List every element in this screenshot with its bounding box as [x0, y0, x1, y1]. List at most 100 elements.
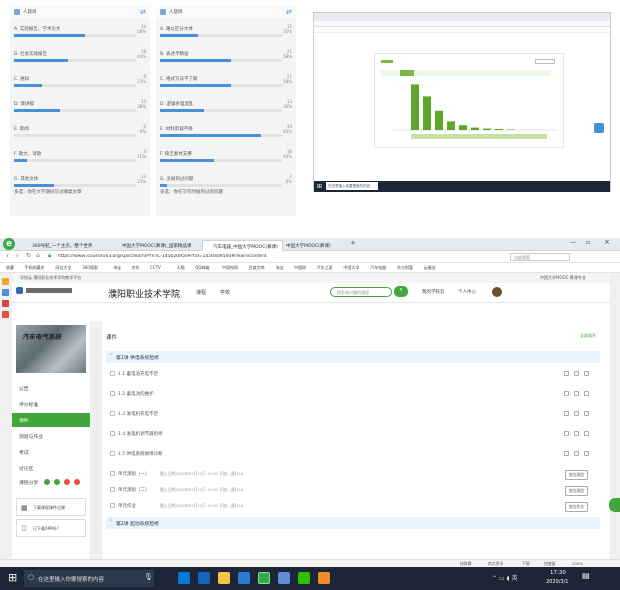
- bookmark-item[interactable]: 中国大学: [343, 265, 359, 271]
- lesson-row[interactable]: 1.3 发电机充电不足: [108, 407, 598, 421]
- chapter-header[interactable]: ⌃ 第2讲 起动系统检修: [106, 517, 600, 529]
- avatar[interactable]: [492, 287, 502, 297]
- qr-box[interactable]: ▦ 下载课程课件过课: [16, 498, 86, 516]
- lesson-row[interactable]: 1.4 发电机调节器检修: [108, 427, 598, 441]
- sidebar-item[interactable]: 公告: [12, 381, 90, 395]
- taskbar-search[interactable]: ○ 在这里输入你要搜索的内容 🎙︎: [24, 570, 154, 587]
- tab-mooc-national[interactable]: 中国大学MOOC(慕课)_国家精品课: [112, 240, 195, 251]
- back-icon[interactable]: ‹: [6, 252, 9, 260]
- doc-icon[interactable]: [574, 391, 579, 396]
- sidebar-item[interactable]: 测验与作业: [12, 429, 90, 443]
- browser-search-box[interactable]: 点此搜索: [510, 253, 570, 261]
- bookmark-item[interactable]: 网址大全: [55, 265, 71, 271]
- edge-icon[interactable]: [198, 572, 210, 584]
- bookmark-item[interactable]: 京东: [132, 265, 140, 271]
- mooc-link[interactable]: 中国大学MOOC 慕课专业: [540, 275, 586, 281]
- lesson-checkbox[interactable]: [110, 391, 115, 396]
- sidebar-item[interactable]: 评分标准: [12, 397, 90, 411]
- bookmark-item[interactable]: CCTV: [150, 265, 161, 270]
- task-button[interactable]: 前往测验: [564, 486, 588, 496]
- mic-icon[interactable]: 🎙︎: [144, 573, 153, 581]
- lesson-checkbox[interactable]: [110, 451, 115, 456]
- task-button[interactable]: 前往作业: [564, 502, 588, 512]
- task-row[interactable]: 单元测验（一） 截止日期2020年03月12日 11:00 开放，满分10 前往测验: [108, 467, 598, 481]
- course-search-input[interactable]: 搜索感兴趣的课程: [330, 287, 392, 297]
- weibo-share-icon[interactable]: [64, 479, 70, 485]
- side-app-icon[interactable]: [2, 289, 9, 296]
- task-row[interactable]: 单元测验（二） 截止日期2020年03月12日 11:00 开放，满分10 前往测验: [108, 483, 598, 497]
- side-app-icon[interactable]: [2, 311, 9, 318]
- task-row[interactable]: 单元作业 截止日期2020年03月12日 11:00 开放，满分10 前往作业: [108, 499, 598, 513]
- refresh-icon[interactable]: ↻: [26, 252, 31, 259]
- chapter-header[interactable]: ⌃ 第1讲 供电系统检修: [106, 351, 600, 363]
- my-school-link[interactable]: 我的学校云: [422, 289, 445, 295]
- collapse-icon[interactable]: ⌃: [109, 519, 113, 525]
- app-icon[interactable]: [318, 572, 330, 584]
- bookmark-item[interactable]: QQ邮箱: [195, 265, 209, 271]
- bookmark-item[interactable]: 天猫: [177, 265, 185, 271]
- float-button[interactable]: [594, 123, 604, 133]
- doc-icon[interactable]: [574, 451, 579, 456]
- bookmark-item[interactable]: 收藏: [6, 265, 14, 271]
- bookmark-item[interactable]: 中国知网: [222, 265, 238, 271]
- app-icon[interactable]: [278, 572, 290, 584]
- task-button[interactable]: 前往测验: [564, 470, 588, 480]
- sidebar-item[interactable]: 考试: [12, 445, 90, 459]
- nav-course[interactable]: 课程: [196, 289, 206, 296]
- discuss-icon[interactable]: [584, 431, 589, 436]
- bookmark-item[interactable]: 汽车电器: [370, 265, 386, 271]
- personal-center-link[interactable]: 个人中心: [458, 289, 476, 295]
- lesson-checkbox[interactable]: [110, 411, 115, 416]
- side-app-icon[interactable]: [2, 278, 9, 285]
- feedback-tab[interactable]: [609, 498, 620, 512]
- windows-start-icon[interactable]: ⊞: [8, 571, 17, 584]
- bookmark-item[interactable]: 360搜索: [82, 265, 98, 271]
- video-icon[interactable]: [564, 431, 569, 436]
- task-view-icon[interactable]: [178, 572, 190, 584]
- sidebar-item[interactable]: 课件: [12, 413, 90, 427]
- collapse-icon[interactable]: ⌃: [109, 353, 113, 359]
- status-item[interactable]: 100%: [572, 561, 583, 566]
- bookmark-item[interactable]: 汽车之家: [317, 265, 333, 271]
- tab-mooc[interactable]: 中国大学MOOC(慕课): [276, 240, 335, 251]
- qzone-share-icon[interactable]: [74, 479, 80, 485]
- wechat-icon[interactable]: [298, 572, 310, 584]
- discuss-icon[interactable]: [584, 391, 589, 396]
- lesson-checkbox[interactable]: [110, 371, 115, 376]
- bookmark-item[interactable]: 中国网: [294, 265, 306, 271]
- discuss-icon[interactable]: [584, 411, 589, 416]
- new-tab-button[interactable]: +: [350, 239, 356, 247]
- bookmark-item[interactable]: 淘宝: [113, 265, 121, 271]
- lesson-checkbox[interactable]: [110, 431, 115, 436]
- bookmark-item[interactable]: 淘宝: [276, 265, 284, 271]
- switch-icon[interactable]: ⇄: [286, 8, 292, 16]
- bookmark-item[interactable]: 手机收藏夹: [24, 265, 44, 271]
- lesson-row[interactable]: 1.5 供电系统故障诊断: [108, 447, 598, 461]
- maximize-button[interactable]: ▫: [586, 239, 590, 246]
- bookmark-item[interactable]: 云服务: [424, 265, 436, 271]
- browser-360-icon[interactable]: [258, 572, 270, 584]
- video-icon[interactable]: [564, 411, 569, 416]
- sidebar-item[interactable]: 讨论区: [12, 461, 90, 475]
- doc-icon[interactable]: [574, 431, 579, 436]
- wechat-share-icon[interactable]: [44, 479, 50, 485]
- video-icon[interactable]: [564, 371, 569, 376]
- forward-icon[interactable]: ›: [16, 252, 19, 260]
- discuss-icon[interactable]: [584, 451, 589, 456]
- task-checkbox[interactable]: [110, 487, 115, 492]
- url-field[interactable]: https://www.icourse163.org/spoc/learn/PY…: [58, 254, 478, 259]
- side-app-icon[interactable]: [2, 300, 9, 307]
- minimize-button[interactable]: —: [570, 239, 576, 246]
- explorer-icon[interactable]: [218, 572, 230, 584]
- video-icon[interactable]: [564, 391, 569, 396]
- store-icon[interactable]: [238, 572, 250, 584]
- task-checkbox[interactable]: [110, 471, 115, 476]
- moments-share-icon[interactable]: [54, 479, 60, 485]
- nav-school[interactable]: 学校: [220, 289, 230, 296]
- doc-icon[interactable]: [574, 371, 579, 376]
- search-button[interactable]: ⌕: [394, 286, 408, 297]
- video-icon[interactable]: [564, 451, 569, 456]
- lesson-row[interactable]: 1.1 蓄电池充电不足: [108, 367, 598, 381]
- switch-icon[interactable]: ⇄: [140, 8, 146, 16]
- close-button[interactable]: ×: [604, 238, 610, 246]
